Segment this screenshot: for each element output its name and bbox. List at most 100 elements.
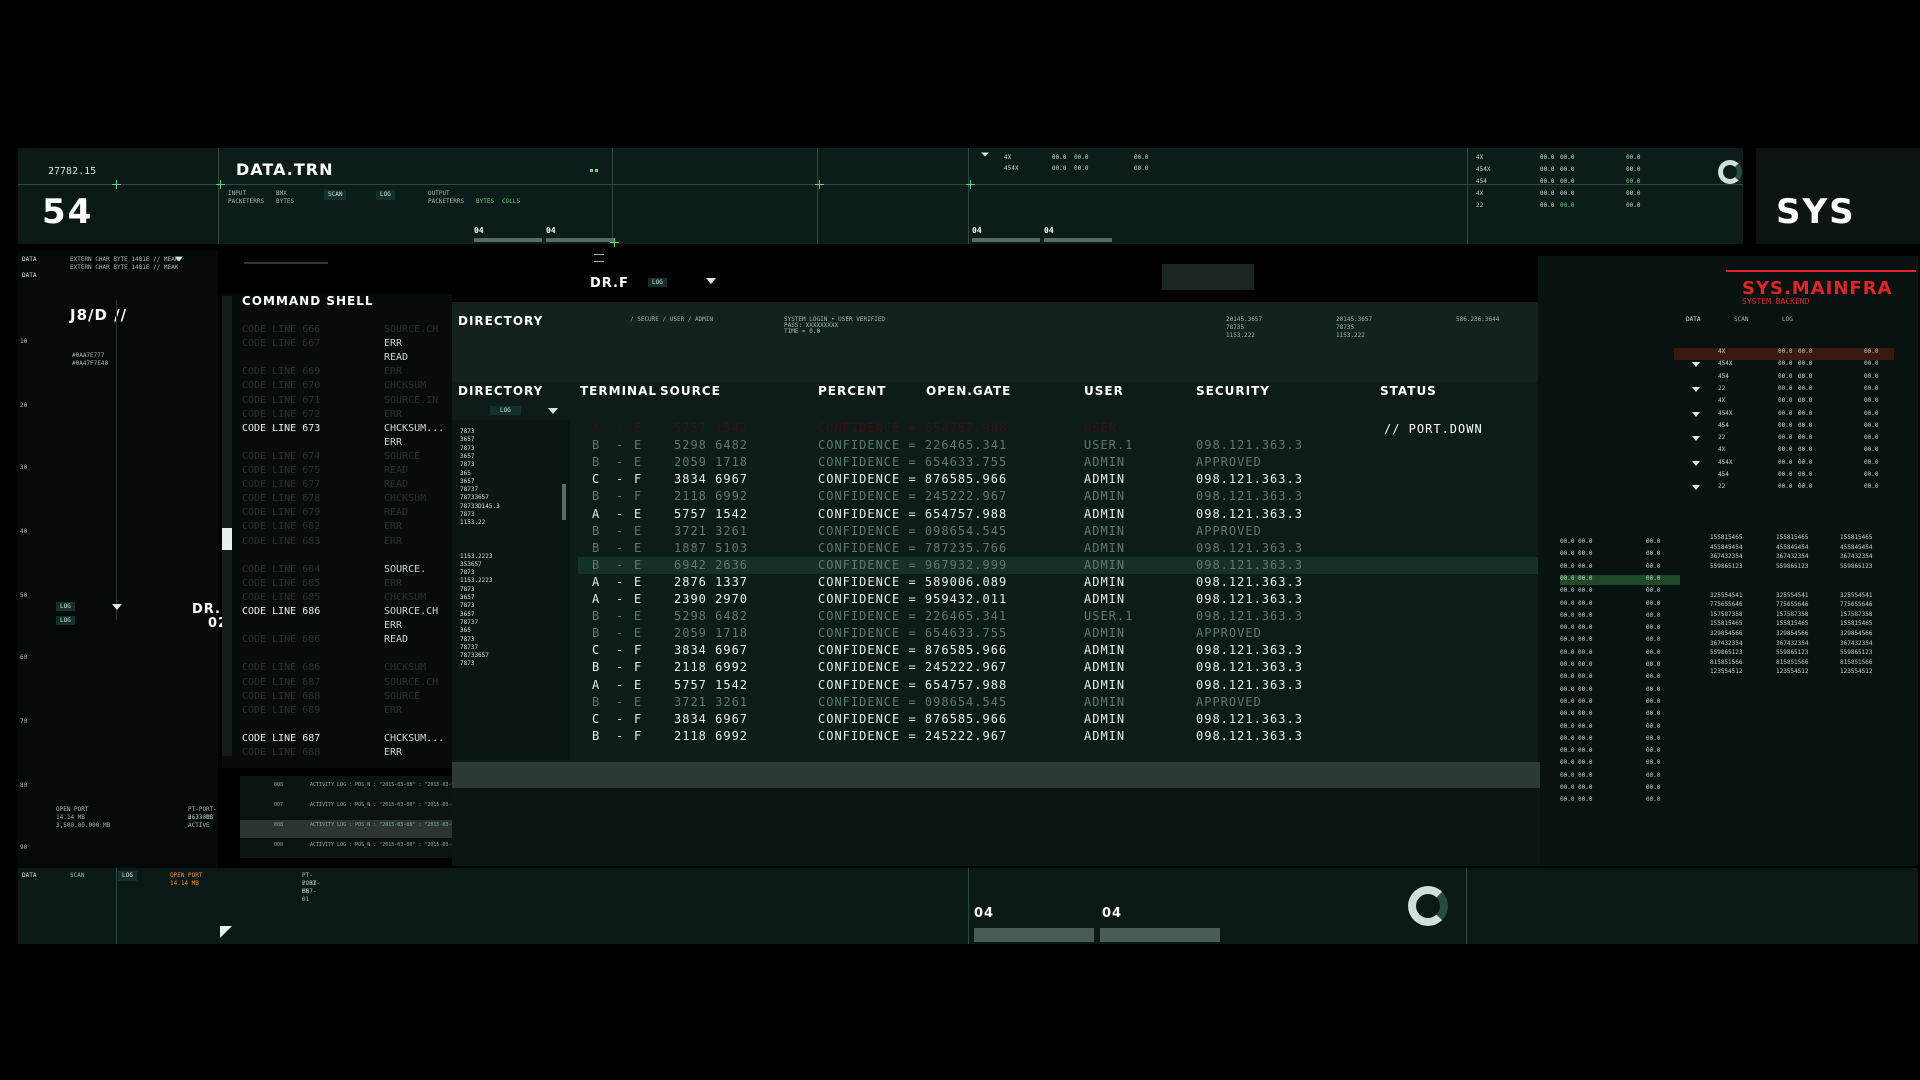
shell-scrollbar[interactable]: [222, 296, 232, 756]
grid-row[interactable]: 00.0 00.0 00.0: [1560, 624, 1680, 634]
grid-row[interactable]: 00.0 00.0 00.0: [1560, 550, 1680, 560]
menu-icon[interactable]: [594, 254, 604, 262]
table-row[interactable]: B - E 5298 6482 CONFIDENCE = 226465.341 USER.…: [578, 608, 1538, 625]
dir-list-item[interactable]: 7873: [460, 461, 474, 468]
dir-list-item[interactable]: 7873: [460, 428, 474, 435]
dir-list-item[interactable]: 7873: [460, 445, 474, 452]
dropdown-arrow-icon[interactable]: [1692, 386, 1700, 392]
grid-row[interactable]: 00.0 00.0 00.0: [1560, 735, 1680, 745]
dir-list-item[interactable]: 7873: [460, 602, 474, 609]
dir-list-item[interactable]: 7873: [460, 660, 474, 667]
table-row[interactable]: B - E 2059 1718 CONFIDENCE = 654633.755 ADMIN…: [578, 454, 1538, 471]
dir-list-item[interactable]: 365: [460, 627, 471, 634]
dropdown-arrow-icon[interactable]: [1692, 411, 1700, 417]
shell-scroll-thumb[interactable]: [222, 528, 232, 550]
dropdown-arrow-icon[interactable]: [1692, 362, 1700, 368]
dir-list-item[interactable]: 78737: [460, 619, 478, 626]
table-row[interactable]: B - E 3721 3261 CONFIDENCE = 098654.545 ADMIN…: [578, 523, 1538, 540]
table-row[interactable]: B - F 2118 6992 CONFIDENCE = 245222.967 ADMIN…: [578, 488, 1538, 505]
grid-row[interactable]: 22 00.0 00.0 00.0: [1692, 385, 1892, 395]
dir-list-item[interactable]: 78733657: [460, 494, 489, 501]
table-row[interactable]: A - E 2390 2970 CONFIDENCE = 959432.011 ADMIN…: [578, 591, 1538, 608]
grid-row[interactable]: 454X 00.0 00.0 00.0: [1692, 360, 1892, 370]
dir-list-item[interactable]: 7873: [460, 586, 474, 593]
dir-list-item[interactable]: 3657: [460, 594, 474, 601]
grid-row[interactable]: 454 00.0 00.0 00.0: [1692, 373, 1892, 383]
dir-list-item[interactable]: 7873: [460, 636, 474, 643]
grid-row[interactable]: 00.0 00.0 00.0: [1560, 563, 1680, 573]
dir-list-item[interactable]: 78737: [460, 486, 478, 493]
dropdown-arrow-icon[interactable]: [1692, 436, 1700, 442]
dir-list-item[interactable]: 365: [460, 470, 471, 477]
grid-row[interactable]: [1692, 680, 1892, 690]
log-button[interactable]: LOG: [56, 602, 75, 611]
dir-list-item[interactable]: 78737: [460, 644, 478, 651]
grid-row[interactable]: 00.0 00.0 00.0: [1560, 636, 1680, 646]
grid-row[interactable]: 454X 00.0 00.0 00.0: [1692, 459, 1892, 469]
grid-row[interactable]: 00.0 00.0 00.0: [1560, 538, 1680, 548]
dir-list-item[interactable]: 1153.22: [460, 519, 485, 526]
dir-list-item[interactable]: 3657: [460, 478, 474, 485]
dir-list-item[interactable]: 7873: [460, 511, 474, 518]
dir-list-item[interactable]: 78733657: [460, 652, 489, 659]
dir-list-item[interactable]: 3657: [460, 611, 474, 618]
grid-row[interactable]: 22 00.0 00.0 00.0: [1692, 483, 1892, 493]
dir-scroll-thumb[interactable]: [562, 484, 566, 520]
dir-list-item[interactable]: 3657: [460, 436, 474, 443]
table-row[interactable]: A - E 5757 1542 CONFIDENCE = 654757.988 USER: [578, 420, 1538, 437]
grid-row[interactable]: 4X 00.0 00.0 00.0: [1692, 446, 1892, 456]
scan-tab[interactable]: SCAN: [324, 190, 347, 200]
grid-row[interactable]: 00.0 00.0 00.0: [1560, 772, 1680, 782]
grid-row[interactable]: 00.0 00.0 00.0: [1560, 796, 1680, 806]
dir-list-item[interactable]: 353657: [460, 561, 482, 568]
grid-row[interactable]: 4X 00.0 00.0 00.0: [1692, 397, 1892, 407]
table-row[interactable]: B - E 3721 3261 CONFIDENCE = 098654.545 ADMIN…: [578, 694, 1538, 711]
table-row[interactable]: B - E 6942 2636 CONFIDENCE = 967932.999 ADMIN…: [578, 556, 1538, 574]
table-row[interactable]: B - F 2118 6992 CONFIDENCE = 245222.967 ADMIN…: [578, 728, 1538, 745]
dir-list-item[interactable]: 3657: [460, 453, 474, 460]
grid-row[interactable]: 00.0 00.0 00.0: [1560, 759, 1680, 769]
grid-row[interactable]: [1692, 496, 1892, 506]
dropdown-arrow-icon[interactable]: [1692, 485, 1700, 491]
table-row[interactable]: B - E 1887 5103 CONFIDENCE = 787235.766 ADMIN…: [578, 540, 1538, 557]
grid-row[interactable]: [1692, 569, 1892, 579]
grid-row[interactable]: 454X 00.0 00.0 00.0: [1692, 410, 1892, 420]
log-dropdown[interactable]: LOG: [648, 278, 667, 287]
log-tab[interactable]: LOG: [376, 190, 395, 200]
grid-row[interactable]: [1692, 508, 1892, 518]
grid-row[interactable]: 00.0 00.0 00.0: [1560, 673, 1680, 683]
dir-list-item[interactable]: 78733D145.3: [460, 503, 500, 510]
table-row[interactable]: B - E 5298 6482 CONFIDENCE = 226465.341 USER.…: [578, 437, 1538, 454]
table-row[interactable]: C - F 3834 6967 CONFIDENCE = 876585.966 ADMIN…: [578, 711, 1538, 728]
dropdown-arrow-icon[interactable]: [175, 256, 183, 262]
table-row[interactable]: B - F 2118 6992 CONFIDENCE = 245222.967 ADMIN…: [578, 659, 1538, 676]
grid-row[interactable]: 00.0 00.0 00.0: [1560, 710, 1680, 720]
grid-row[interactable]: 00.0 00.0 00.0: [1560, 612, 1680, 622]
grid-row[interactable]: 00.0 00.0 00.0: [1560, 649, 1680, 659]
table-row[interactable]: C - F 3834 6967 CONFIDENCE = 876585.966 ADMIN…: [578, 471, 1538, 488]
grid-row[interactable]: 454 00.0 00.0 00.0: [1692, 422, 1892, 432]
table-row[interactable]: B - E 2059 1718 CONFIDENCE = 654633.755 ADMIN…: [578, 625, 1538, 642]
dir-list-item[interactable]: 1153.2223: [460, 577, 493, 584]
grid-row[interactable]: 00.0 00.0 00.0: [1560, 600, 1680, 610]
dropdown-arrow-icon[interactable]: [706, 278, 716, 284]
table-row[interactable]: C - F 3834 6967 CONFIDENCE = 876585.966 ADMIN…: [578, 642, 1538, 659]
grid-row[interactable]: [1692, 520, 1892, 530]
grid-row[interactable]: 00.0 00.0 00.0: [1560, 723, 1680, 733]
grid-row[interactable]: 00.0 00.0 00.0: [1560, 587, 1680, 597]
table-row[interactable]: A - E 5757 1542 CONFIDENCE = 654757.988 ADMIN…: [578, 506, 1538, 523]
grid-row[interactable]: 4X 00.0 00.0 00.0: [1692, 348, 1892, 358]
grid-row[interactable]: 00.0 00.0 00.0: [1560, 574, 1680, 585]
table-row[interactable]: A - E 2876 1337 CONFIDENCE = 589006.089 ADMIN…: [578, 574, 1538, 591]
grid-row[interactable]: 00.0 00.0 00.0: [1560, 698, 1680, 708]
grid-row[interactable]: [1692, 582, 1892, 592]
dir-list-item[interactable]: 1153.2223: [460, 553, 493, 560]
dir-list-item[interactable]: 7873: [460, 569, 474, 576]
dropdown-arrow-icon[interactable]: [548, 408, 558, 414]
grid-row[interactable]: 00.0 00.0 00.0: [1560, 747, 1680, 757]
dropdown-arrow-icon[interactable]: [112, 604, 122, 610]
grid-row[interactable]: 22 00.0 00.0 00.0: [1692, 434, 1892, 444]
log-dropdown[interactable]: LOG: [490, 406, 521, 415]
grid-row[interactable]: 00.0 00.0 00.0: [1560, 661, 1680, 671]
grid-row[interactable]: 454 00.0 00.0 00.0: [1692, 471, 1892, 481]
